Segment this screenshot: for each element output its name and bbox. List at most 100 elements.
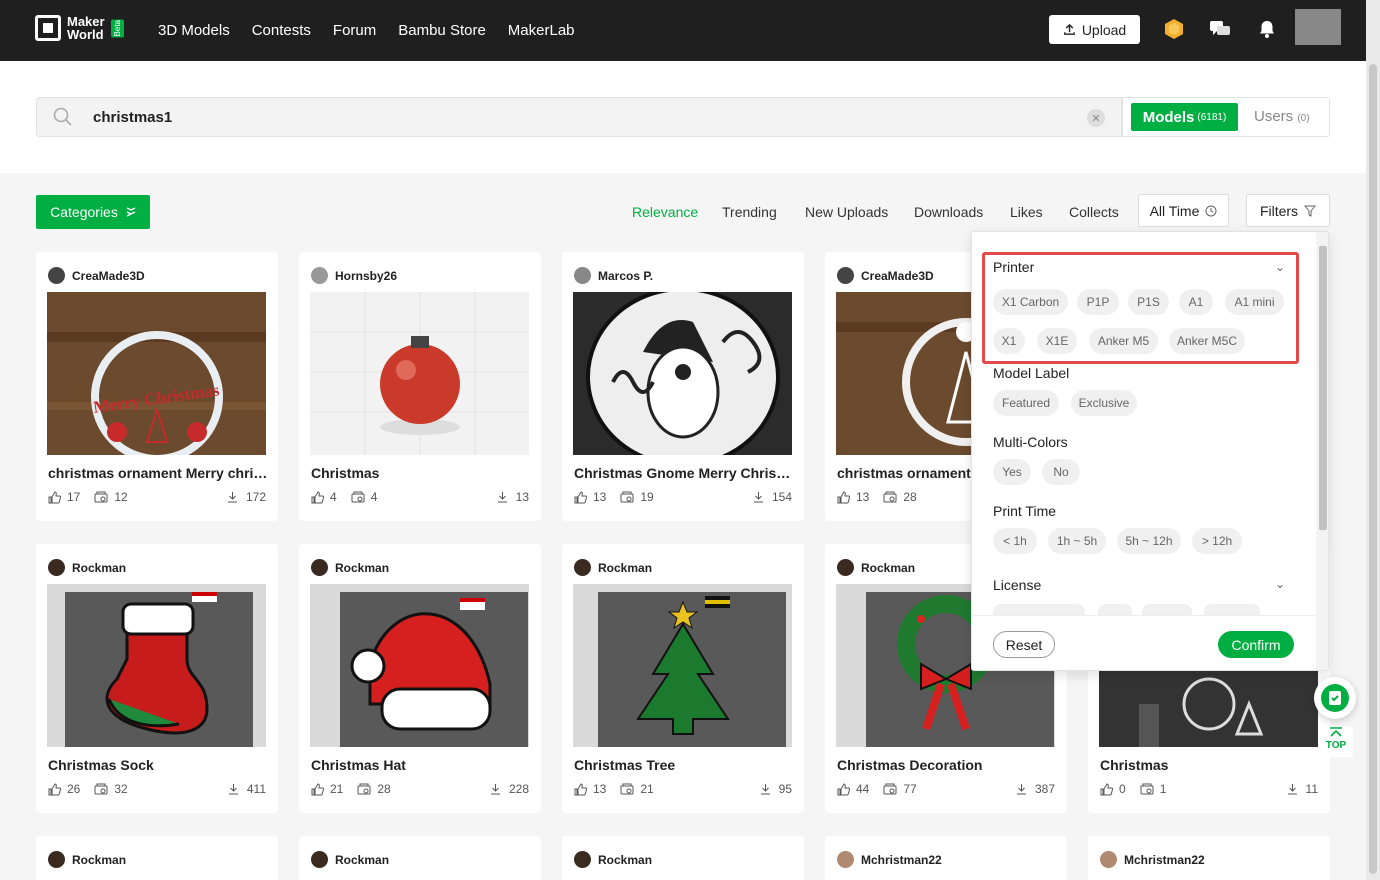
- chip-a1-mini[interactable]: A1 mini: [1225, 289, 1284, 315]
- messages-icon[interactable]: [1209, 18, 1231, 40]
- model-card[interactable]: CreaMade3D Merry Christmas christmas orn…: [36, 252, 278, 521]
- model-card[interactable]: Rockman: [299, 836, 541, 880]
- model-thumbnail[interactable]: [573, 292, 792, 455]
- chip-anker-m5[interactable]: Anker M5: [1089, 328, 1158, 354]
- model-card[interactable]: Mchristman22: [1088, 836, 1330, 880]
- model-card[interactable]: Marcos P. Christmas Gnome Merry Christm.…: [562, 252, 804, 521]
- card-author[interactable]: Mchristman22: [1100, 851, 1205, 868]
- tab-models[interactable]: Models (6181): [1131, 103, 1238, 131]
- filters-scrollbar[interactable]: [1316, 232, 1328, 670]
- card-author[interactable]: Hornsby26: [311, 267, 397, 284]
- feedback-button[interactable]: [1314, 677, 1356, 719]
- feedback-icon: [1321, 684, 1349, 712]
- top-navbar: Maker World Beta 3D Models Contests Foru…: [0, 0, 1366, 61]
- sort-collects[interactable]: Collects: [1069, 204, 1119, 220]
- chip-no[interactable]: No: [1042, 459, 1080, 485]
- card-author[interactable]: Rockman: [311, 851, 389, 868]
- notifications-bell-icon[interactable]: [1256, 18, 1278, 40]
- page-scrollbar[interactable]: [1366, 0, 1380, 880]
- chip-p1s[interactable]: P1S: [1128, 289, 1169, 315]
- card-author[interactable]: Mchristman22: [837, 851, 942, 868]
- clear-search-icon[interactable]: ✕: [1087, 109, 1105, 127]
- card-author[interactable]: Rockman: [837, 559, 915, 576]
- sort-likes[interactable]: Likes: [1010, 204, 1043, 220]
- logo-icon: [35, 15, 61, 41]
- model-thumbnail[interactable]: [310, 292, 529, 455]
- like-icon: [48, 782, 61, 795]
- model-card[interactable]: Mchristman22: [825, 836, 1067, 880]
- model-thumbnail[interactable]: Merry Christmas: [47, 292, 266, 455]
- card-title[interactable]: Christmas Hat: [311, 757, 531, 773]
- nav-3d-models[interactable]: 3D Models: [158, 22, 230, 39]
- sort-new-uploads[interactable]: New Uploads: [805, 204, 888, 220]
- card-author[interactable]: CreaMade3D: [48, 267, 145, 284]
- model-card[interactable]: Rockman: [36, 836, 278, 880]
- model-card[interactable]: Hornsby26 Christmas 4 4 13: [299, 252, 541, 521]
- time-range-dropdown[interactable]: All Time: [1138, 194, 1229, 227]
- author-avatar: [1100, 851, 1117, 868]
- model-card[interactable]: Rockman Christmas Tree 13 21 95: [562, 544, 804, 813]
- card-title[interactable]: christmas ornament Merry chris...: [48, 465, 268, 481]
- likes-stat: 17: [48, 490, 80, 504]
- downloads-stat: 411: [228, 782, 266, 796]
- chip-p1p[interactable]: P1P: [1077, 289, 1119, 315]
- card-title[interactable]: Christmas Tree: [574, 757, 794, 773]
- back-to-top-button[interactable]: TOP: [1319, 727, 1353, 757]
- reset-button[interactable]: Reset: [993, 631, 1055, 658]
- user-avatar[interactable]: [1295, 9, 1341, 45]
- license-section-title[interactable]: License: [993, 577, 1041, 593]
- chip-5h-12h[interactable]: 5h ~ 12h: [1117, 528, 1181, 554]
- printer-section-title[interactable]: Printer: [993, 259, 1034, 275]
- sort-downloads[interactable]: Downloads: [914, 204, 983, 220]
- categories-button[interactable]: Categories: [36, 195, 150, 229]
- card-author[interactable]: Rockman: [574, 559, 652, 576]
- download-icon: [1287, 784, 1297, 795]
- logo-text-line2: World: [67, 27, 104, 42]
- card-title[interactable]: Christmas: [311, 465, 531, 481]
- nav-forum[interactable]: Forum: [333, 22, 376, 39]
- tab-users[interactable]: Users (0): [1254, 108, 1310, 125]
- nav-contests[interactable]: Contests: [252, 22, 311, 39]
- card-title[interactable]: Christmas Sock: [48, 757, 268, 773]
- nav-bambu-store[interactable]: Bambu Store: [398, 22, 486, 39]
- chip-x1e[interactable]: X1E: [1037, 328, 1077, 354]
- search-input[interactable]: christmas1 ✕: [36, 97, 1122, 137]
- chevron-down-icon[interactable]: ⌄: [1275, 577, 1285, 591]
- model-thumbnail[interactable]: [573, 584, 792, 747]
- chip-x1[interactable]: X1: [993, 328, 1025, 354]
- card-title[interactable]: Christmas Gnome Merry Christm...: [574, 465, 794, 481]
- downloads-stat: 11: [1287, 782, 1318, 796]
- card-title[interactable]: Christmas: [1100, 757, 1320, 773]
- chip-featured[interactable]: Featured: [993, 390, 1059, 416]
- chip-x1-carbon[interactable]: X1 Carbon: [993, 289, 1068, 315]
- chip-1h-5h[interactable]: 1h ~ 5h: [1048, 528, 1106, 554]
- sort-relevance[interactable]: Relevance: [632, 204, 698, 220]
- confirm-button[interactable]: Confirm: [1218, 631, 1294, 658]
- card-title[interactable]: Christmas Decoration: [837, 757, 1057, 773]
- card-author[interactable]: Rockman: [311, 559, 389, 576]
- card-author[interactable]: Rockman: [48, 851, 126, 868]
- chip-under-1h[interactable]: < 1h: [993, 528, 1037, 554]
- card-author[interactable]: CreaMade3D: [837, 267, 934, 284]
- chip-a1[interactable]: A1: [1179, 289, 1213, 315]
- chip-yes[interactable]: Yes: [993, 459, 1031, 485]
- card-author[interactable]: Rockman: [574, 851, 652, 868]
- chip-anker-m5c[interactable]: Anker M5C: [1169, 328, 1245, 354]
- model-thumbnail[interactable]: [47, 584, 266, 747]
- nav-makerlab[interactable]: MakerLab: [508, 22, 575, 39]
- card-author[interactable]: Rockman: [48, 559, 126, 576]
- makerworld-logo[interactable]: Maker World Beta: [35, 15, 124, 41]
- sort-trending[interactable]: Trending: [722, 204, 777, 220]
- chip-exclusive[interactable]: Exclusive: [1071, 390, 1137, 416]
- card-author[interactable]: Marcos P.: [574, 267, 653, 284]
- upload-button[interactable]: Upload: [1049, 15, 1140, 44]
- model-card[interactable]: Rockman Christmas Hat 21 28 228: [299, 544, 541, 813]
- filters-button[interactable]: Filters: [1246, 194, 1330, 227]
- chip-over-12h[interactable]: > 12h: [1192, 528, 1242, 554]
- model-card[interactable]: Rockman Christmas Sock 26 32 411: [36, 544, 278, 813]
- model-card[interactable]: Rockman: [562, 836, 804, 880]
- chevron-down-icon[interactable]: ⌄: [1275, 260, 1285, 274]
- model-thumbnail[interactable]: [310, 584, 529, 747]
- points-icon[interactable]: [1163, 18, 1185, 40]
- author-avatar: [48, 559, 65, 576]
